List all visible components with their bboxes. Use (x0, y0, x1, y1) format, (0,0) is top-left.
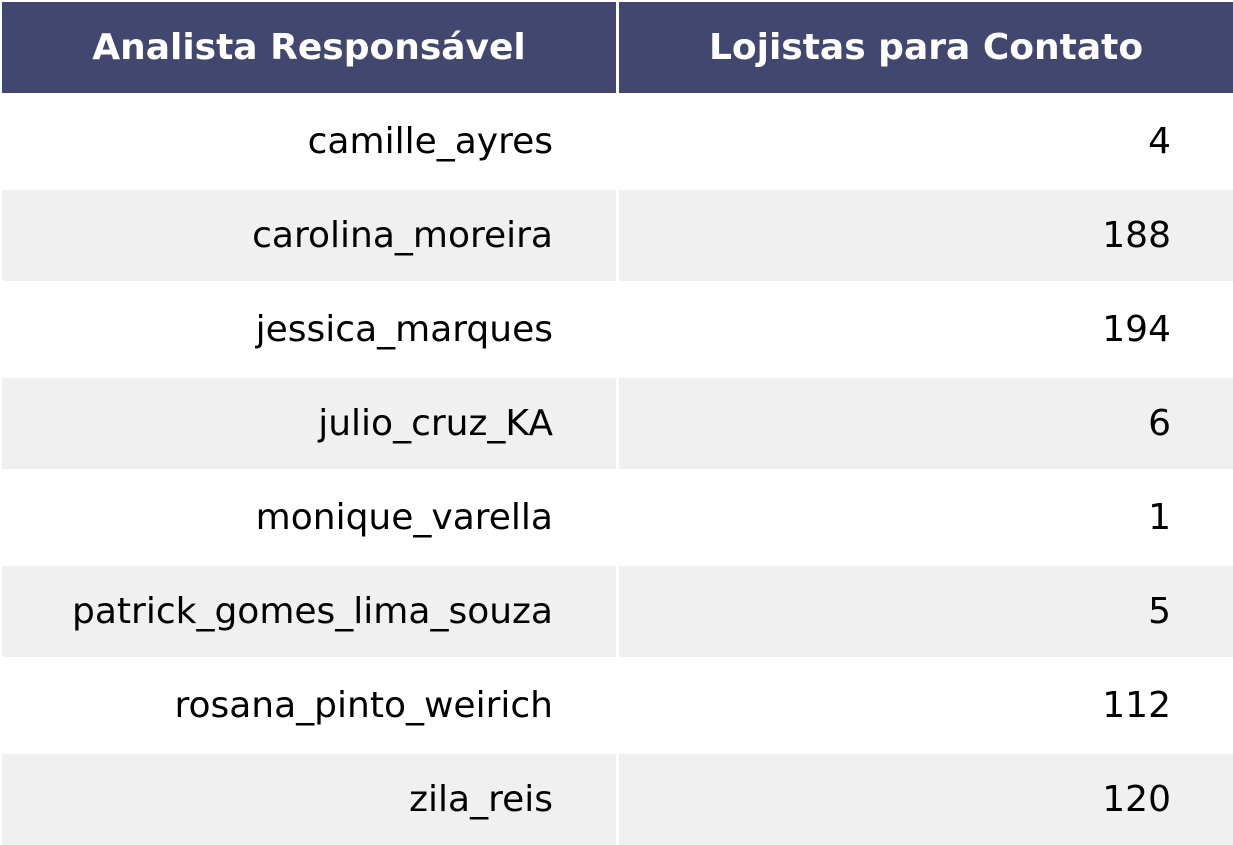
data-table: Analista Responsável Lojistas para Contat… (0, 0, 1233, 845)
count-cell: 1 (619, 472, 1233, 563)
count-cell: 5 (619, 566, 1233, 657)
count-cell: 194 (619, 284, 1233, 375)
analyst-cell: rosana_pinto_weirich (2, 660, 616, 751)
analyst-cell: patrick_gomes_lima_souza (2, 566, 616, 657)
analyst-cell: julio_cruz_KA (2, 378, 616, 469)
column-header-0: Analista Responsável (2, 2, 616, 93)
analyst-cell: jessica_marques (2, 284, 616, 375)
analyst-cell: camille_ayres (2, 96, 616, 187)
count-cell: 188 (619, 190, 1233, 281)
count-cell: 6 (619, 378, 1233, 469)
count-cell: 4 (619, 96, 1233, 187)
analyst-cell: zila_reis (2, 754, 616, 845)
analyst-cell: monique_varella (2, 472, 616, 563)
count-cell: 120 (619, 754, 1233, 845)
column-header-1: Lojistas para Contato (619, 2, 1233, 93)
count-cell: 112 (619, 660, 1233, 751)
analyst-cell: carolina_moreira (2, 190, 616, 281)
